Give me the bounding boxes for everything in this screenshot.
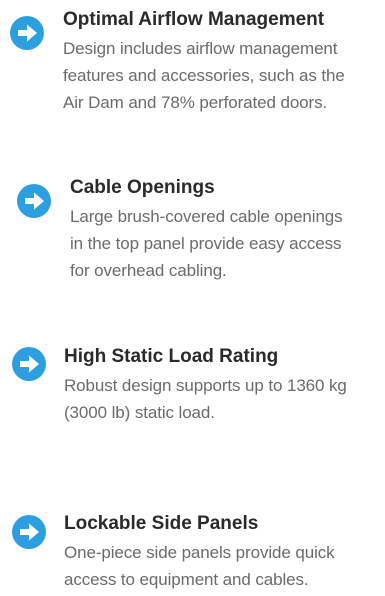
description-line: features and accessories, such as the — [63, 66, 345, 85]
feature-text: Lockable Side Panels One-piece side pane… — [64, 512, 385, 593]
description-line: access to equipment and cables. — [64, 570, 309, 589]
feature-title: High Static Load Rating — [64, 346, 279, 367]
arrow-right-circle-icon — [12, 347, 46, 381]
description-line: Design includes airflow management — [63, 39, 338, 58]
arrow-right-circle-icon — [17, 184, 51, 218]
feature-title: Cable Openings — [70, 177, 215, 198]
feature-description: Robust design supports up to 1360 kg (30… — [64, 372, 385, 426]
description-line: in the top panel provide easy access — [70, 234, 342, 253]
description-line: Large brush-covered cable openings — [70, 207, 343, 226]
description-line: (3000 lb) static load. — [64, 403, 215, 422]
feature-description: Large brush-covered cable openings in th… — [70, 203, 385, 284]
feature-title: Optimal Airflow Management — [63, 9, 325, 30]
description-line: for overhead cabling. — [70, 261, 227, 280]
feature-title: Lockable Side Panels — [64, 513, 259, 534]
arrow-right-circle-icon — [12, 515, 46, 549]
feature-text: Cable Openings Large brush-covered cable… — [70, 176, 385, 284]
description-line: One-piece side panels provide quick — [64, 543, 335, 562]
description-line: Air Dam and 78% perforated doors. — [63, 93, 328, 112]
description-line: Robust design supports up to 1360 kg — [64, 376, 347, 395]
arrow-right-circle-icon — [10, 16, 44, 50]
feature-description: One-piece side panels provide quick acce… — [64, 539, 385, 593]
feature-text: Optimal Airflow Management Design includ… — [63, 8, 385, 116]
feature-text: High Static Load Rating Robust design su… — [64, 345, 385, 426]
feature-description: Design includes airflow management featu… — [63, 35, 385, 116]
